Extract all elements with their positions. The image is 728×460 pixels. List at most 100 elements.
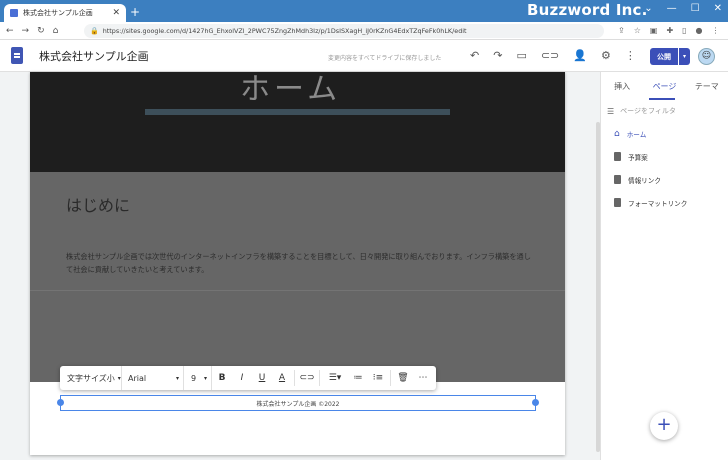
page-label: 予算案 bbox=[628, 153, 648, 162]
add-page-button[interactable]: + bbox=[650, 412, 678, 440]
tab-insert[interactable]: 挿入 bbox=[601, 81, 643, 92]
tab-themes[interactable]: テーマ bbox=[686, 81, 728, 92]
undo-icon[interactable]: ↶ bbox=[470, 49, 479, 62]
numbered-list-icon[interactable]: ≔ bbox=[348, 373, 368, 383]
chevron-down-icon: ▾ bbox=[203, 374, 207, 382]
font-size-select[interactable]: 9 ▾ bbox=[184, 366, 212, 390]
divider bbox=[319, 370, 320, 386]
footer-area bbox=[30, 382, 565, 455]
page-item-budget[interactable]: 予算案 bbox=[601, 145, 728, 168]
home-icon[interactable]: ⌂ bbox=[53, 26, 59, 36]
browser-titlebar: 株式会社サンプル企画 ✕ + Buzzword Inc. ⌄ — ☐ ✕ bbox=[0, 0, 728, 22]
lock-icon: 🔒 bbox=[90, 26, 99, 35]
page-icon bbox=[614, 198, 621, 207]
profile-icon[interactable]: ● bbox=[696, 26, 703, 35]
saved-status: 変更内容をすべてドライブに保存しました bbox=[328, 55, 442, 62]
hero-underline bbox=[145, 109, 450, 115]
tab-title: 株式会社サンプル企画 bbox=[23, 9, 93, 17]
resize-handle-right[interactable] bbox=[532, 399, 539, 406]
align-center-icon[interactable]: ☰▾ bbox=[322, 373, 348, 383]
page-item-home[interactable]: ⌂ ホーム bbox=[601, 122, 728, 145]
extension-icon[interactable]: ▣ bbox=[650, 26, 658, 35]
font-label: Arial bbox=[128, 373, 147, 383]
underline-icon[interactable]: U bbox=[252, 373, 272, 383]
content-section[interactable]: はじめに 株式会社サンプル企画では次世代のインターネットインフラを構築することを… bbox=[30, 172, 565, 382]
divider bbox=[390, 370, 391, 386]
link-icon[interactable]: ⊂⊃ bbox=[297, 373, 317, 383]
chevron-down-icon: ▾ bbox=[175, 374, 179, 382]
preview-icon[interactable]: ▭ bbox=[516, 49, 526, 62]
close-window-icon[interactable]: ✕ bbox=[714, 3, 722, 14]
page-item-info-links[interactable]: 情報リンク bbox=[601, 168, 728, 191]
nav-buttons: ← → ↻ ⌂ bbox=[0, 26, 80, 36]
url-text: https://sites.google.com/d/1427hG_EhxolV… bbox=[102, 26, 467, 35]
share-icon[interactable]: ⇪ bbox=[618, 26, 625, 35]
more-icon[interactable]: ⋯ bbox=[413, 373, 433, 383]
redo-icon[interactable]: ↷ bbox=[493, 49, 502, 62]
more-icon[interactable]: ⋮ bbox=[625, 49, 636, 62]
sites-favicon bbox=[10, 9, 18, 17]
minimize-icon[interactable]: — bbox=[667, 3, 677, 14]
page-icon bbox=[614, 152, 621, 161]
page-icon bbox=[614, 175, 621, 184]
app-tools: ↶ ↷ ▭ ⊂⊃ 👤 ⚙ ⋮ bbox=[470, 49, 636, 62]
filter-placeholder: ページをフィルタ bbox=[620, 107, 676, 115]
bold-icon[interactable]: B bbox=[212, 373, 232, 383]
publish-dropdown-icon[interactable]: ▾ bbox=[678, 48, 690, 65]
maximize-icon[interactable]: ☐ bbox=[691, 3, 700, 14]
page-item-format-links[interactable]: フォーマットリンク bbox=[601, 191, 728, 214]
forward-icon[interactable]: → bbox=[22, 26, 30, 36]
house-icon: ⌂ bbox=[614, 128, 620, 139]
font-size-label: 9 bbox=[191, 373, 197, 383]
font-select[interactable]: Arial ▾ bbox=[122, 366, 184, 390]
text-color-icon[interactable]: A bbox=[272, 373, 292, 383]
window-controls: ⌄ — ☐ ✕ bbox=[644, 3, 722, 14]
page-label: ホーム bbox=[626, 130, 647, 139]
avatar[interactable]: ☺ bbox=[698, 48, 715, 65]
sidebar-icon[interactable]: ▯ bbox=[682, 26, 686, 35]
tab-pages[interactable]: ページ bbox=[643, 81, 685, 92]
page-list: ⌂ ホーム 予算案 情報リンク フォーマットリンク bbox=[601, 122, 728, 214]
reload-icon[interactable]: ↻ bbox=[37, 26, 45, 36]
side-panel: 挿入 ページ テーマ ☰ ページをフィルタ ⌂ ホーム 予算案 情報リンク フォー… bbox=[600, 72, 728, 460]
settings-icon[interactable]: ⚙ bbox=[601, 49, 611, 62]
hero-banner[interactable]: ホーム bbox=[30, 72, 565, 172]
active-tab-indicator bbox=[649, 98, 675, 100]
page-label: フォーマットリンク bbox=[628, 199, 688, 208]
publish-button[interactable]: 公開 ▾ bbox=[650, 48, 690, 65]
url-field[interactable]: 🔒 https://sites.google.com/d/1427hG_Ehxo… bbox=[84, 23, 604, 38]
puzzle-icon[interactable]: ✚ bbox=[666, 26, 673, 35]
page-label: 情報リンク bbox=[628, 176, 661, 185]
add-person-icon[interactable]: 👤 bbox=[573, 49, 587, 62]
section-body[interactable]: 株式会社サンプル企画では次世代のインターネットインフラを構築することを目標として… bbox=[66, 250, 536, 276]
site-name[interactable]: 株式会社サンプル企画 bbox=[39, 48, 149, 64]
chevron-down-icon[interactable]: ⌄ bbox=[644, 3, 652, 14]
text-style-select[interactable]: 文字サイズ小 ▾ bbox=[60, 366, 122, 390]
sites-logo-icon[interactable] bbox=[11, 47, 23, 64]
back-icon[interactable]: ← bbox=[6, 26, 14, 36]
text-format-toolbar: 文字サイズ小 ▾ Arial ▾ 9 ▾ B I U A ⊂⊃ ☰▾ ≔ ⁝≡ 🗑 ⋯ bbox=[60, 366, 436, 390]
footer-text[interactable]: 株式会社サンプル企画 ©2022 bbox=[257, 399, 340, 408]
page-filter[interactable]: ☰ ページをフィルタ bbox=[607, 106, 728, 116]
close-tab-icon[interactable]: ✕ bbox=[112, 8, 120, 18]
filter-icon: ☰ bbox=[607, 106, 615, 116]
new-tab-button[interactable]: + bbox=[130, 5, 140, 19]
delete-icon[interactable]: 🗑 bbox=[393, 373, 413, 383]
address-bar: ← → ↻ ⌂ 🔒 https://sites.google.com/d/142… bbox=[0, 22, 728, 40]
section-divider bbox=[30, 290, 565, 291]
sites-app-bar: 株式会社サンプル企画 変更内容をすべてドライブに保存しました ↶ ↷ ▭ ⊂⊃ … bbox=[0, 40, 728, 72]
text-style-label: 文字サイズ小 bbox=[67, 373, 115, 383]
section-heading[interactable]: はじめに bbox=[66, 192, 130, 216]
hero-title[interactable]: ホーム bbox=[240, 72, 341, 108]
footer-text-box[interactable]: 株式会社サンプル企画 ©2022 bbox=[60, 395, 536, 411]
italic-icon[interactable]: I bbox=[232, 373, 252, 383]
bulleted-list-icon[interactable]: ⁝≡ bbox=[368, 373, 388, 383]
star-icon[interactable]: ☆ bbox=[634, 26, 641, 35]
watermark: Buzzword Inc. bbox=[527, 1, 648, 19]
browser-tab[interactable]: 株式会社サンプル企画 ✕ bbox=[4, 4, 126, 22]
chevron-down-icon: ▾ bbox=[117, 374, 121, 382]
menu-icon[interactable]: ⋮ bbox=[712, 26, 720, 35]
link-icon[interactable]: ⊂⊃ bbox=[541, 49, 559, 62]
divider bbox=[294, 370, 295, 386]
resize-handle-left[interactable] bbox=[57, 399, 64, 406]
